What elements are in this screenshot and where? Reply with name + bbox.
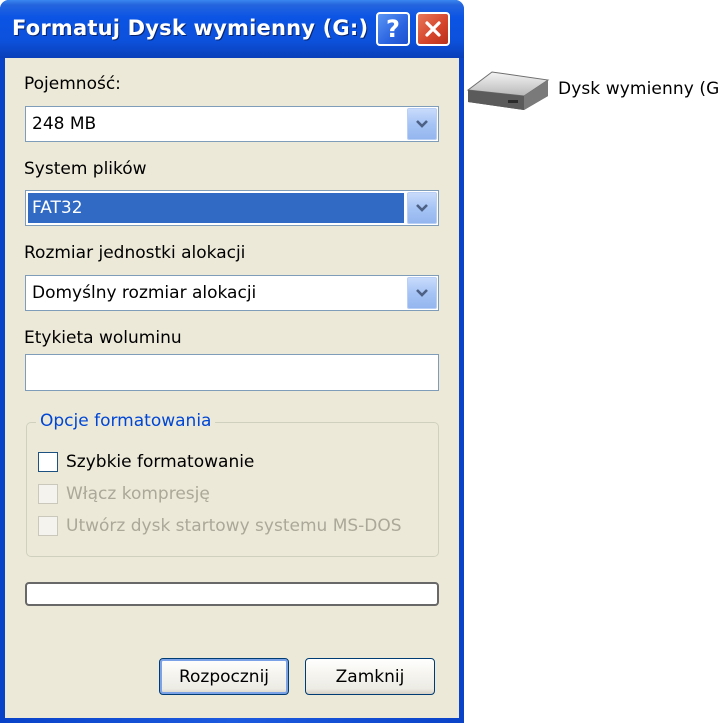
help-button[interactable]: ? <box>376 12 410 46</box>
file-system-select[interactable]: FAT32 <box>25 190 439 226</box>
chevron-down-icon <box>416 120 428 128</box>
compression-checkbox <box>38 484 58 504</box>
dialog-body: Pojemność: 248 MB System plików FAT32 Ro… <box>5 58 459 718</box>
volume-label-input[interactable] <box>25 354 439 391</box>
close-button[interactable] <box>416 12 450 46</box>
ms-dos-startup-label: Utwórz dysk startowy systemu MS-DOS <box>66 516 402 536</box>
format-progress-bar <box>25 582 439 606</box>
format-dialog: Formatuj Dysk wymienny (G:) ? Pojemność:… <box>0 0 464 723</box>
allocation-label: Rozmiar jednostki alokacji <box>24 243 246 263</box>
title-bar[interactable]: Formatuj Dysk wymienny (G:) ? <box>0 0 464 58</box>
format-options-title: Opcje formatowania <box>36 411 216 431</box>
close-dialog-button[interactable]: Zamknij <box>305 658 435 695</box>
drive-label: Dysk wymienny (G <box>558 79 720 99</box>
quick-format-checkbox[interactable] <box>38 452 58 472</box>
start-button[interactable]: Rozpocznij <box>159 658 289 695</box>
file-system-label: System plików <box>24 159 147 179</box>
compression-option: Włącz kompresję <box>38 484 210 504</box>
compression-label: Włącz kompresję <box>66 484 210 504</box>
help-icon: ? <box>386 15 400 43</box>
capacity-dropdown-button[interactable] <box>407 108 437 140</box>
close-icon <box>425 21 441 37</box>
volume-label-label: Etykieta woluminu <box>24 328 182 348</box>
chevron-down-icon <box>416 289 428 297</box>
allocation-dropdown-button[interactable] <box>407 277 437 309</box>
quick-format-label: Szybkie formatowanie <box>66 452 255 472</box>
selection-highlight <box>28 193 404 223</box>
allocation-value: Domyślny rozmiar alokacji <box>32 283 257 303</box>
capacity-label: Pojemność: <box>24 74 121 94</box>
file-system-dropdown-button[interactable] <box>407 192 437 224</box>
file-system-value: FAT32 <box>32 198 83 218</box>
capacity-value: 248 MB <box>32 114 97 134</box>
chevron-down-icon <box>416 204 428 212</box>
window-title: Formatuj Dysk wymienny (G:) <box>12 16 369 40</box>
desktop-drive-item[interactable]: Dysk wymienny (G <box>462 66 720 112</box>
ms-dos-startup-option: Utwórz dysk startowy systemu MS-DOS <box>38 516 402 536</box>
allocation-select[interactable]: Domyślny rozmiar alokacji <box>25 275 439 311</box>
removable-drive-icon <box>466 71 550 110</box>
capacity-select[interactable]: 248 MB <box>25 106 439 142</box>
quick-format-option[interactable]: Szybkie formatowanie <box>38 452 254 472</box>
ms-dos-startup-checkbox <box>38 516 58 536</box>
